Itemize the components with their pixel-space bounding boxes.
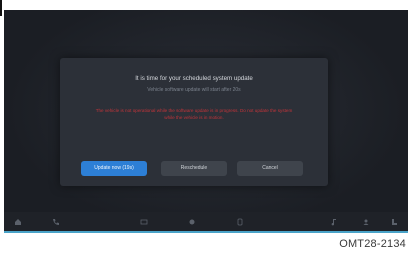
reschedule-button[interactable]: Reschedule [161,161,227,176]
dialog-subtitle: Vehicle software update will start after… [147,87,241,93]
phone-icon[interactable] [52,218,60,226]
accent-line [4,231,408,233]
display-screen: It is time for your scheduled system upd… [4,10,408,232]
cancel-button[interactable]: Cancel [237,161,303,176]
system-update-dialog: It is time for your scheduled system upd… [60,58,328,186]
music-icon[interactable] [330,218,338,226]
figure-caption: OMT28-2134 [339,238,406,250]
climate-icon[interactable] [236,218,244,226]
dialog-warning: The vehicle is not operational while the… [95,108,293,120]
voice-icon[interactable] [362,218,370,226]
update-now-button[interactable]: Update now (19s) [81,161,147,176]
navigation-icon[interactable] [188,218,196,226]
seat-icon[interactable] [390,218,398,226]
media-icon[interactable] [140,218,148,226]
home-icon[interactable] [14,218,22,226]
bottom-navbar [4,212,408,232]
frame-corner-mark [0,0,2,16]
dialog-title: It is time for your scheduled system upd… [135,75,253,82]
